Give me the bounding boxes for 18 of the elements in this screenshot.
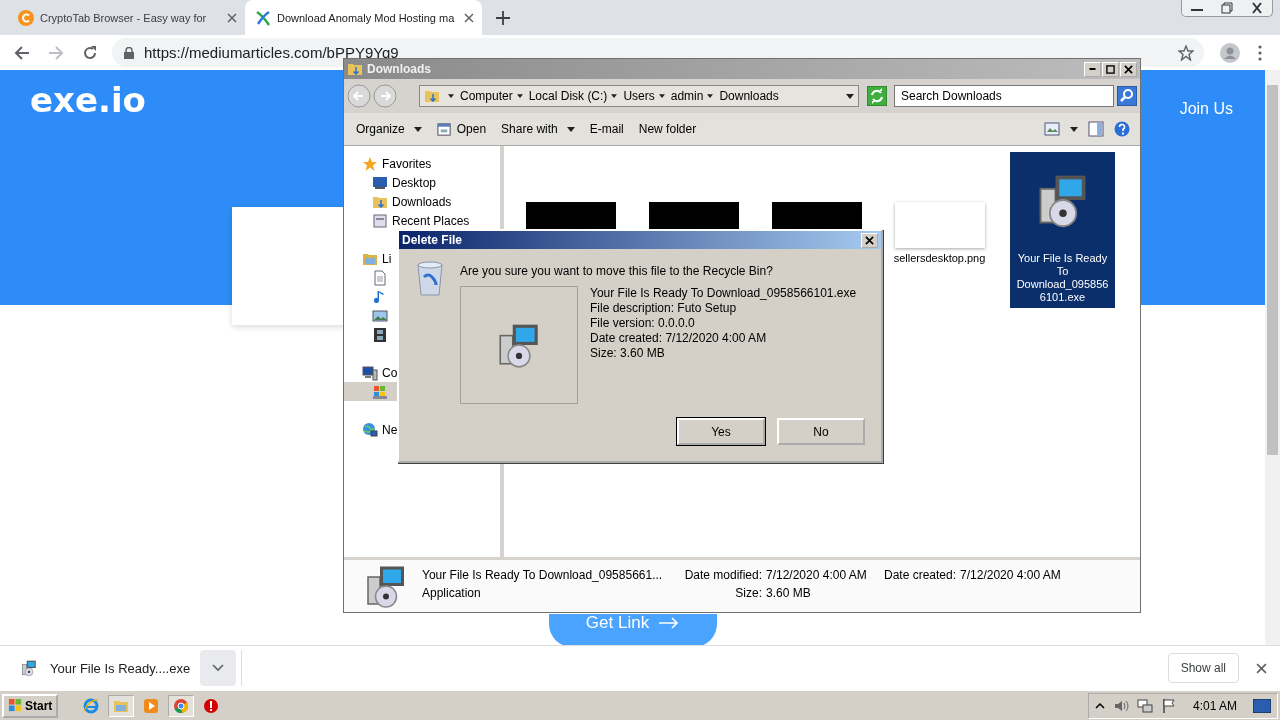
file-info-text: File description: Futo Setup	[590, 301, 738, 316]
file-info-text: Size: 3.60 MB	[590, 346, 666, 361]
file-type: Application	[422, 586, 482, 602]
question-text: Are you sure you want to move this file to the Recycle Bin?	[460, 264, 774, 278]
tab-title: Download Anomaly Mod Hosting ma	[277, 11, 456, 24]
field-label: Date created:	[884, 568, 957, 584]
file-info-text: File version: 0.0.0.0	[590, 316, 696, 331]
url-text: https://mediumarticles.com/bPPY9Yq9	[144, 44, 399, 61]
file-name: Your File Is Ready To Download_09585661...	[422, 568, 664, 584]
field-label: Size:	[734, 586, 762, 602]
tab-title: CryptoTab Browser - Easy way for	[40, 11, 208, 24]
field-value: 7/12/2020 4:00 AM	[766, 568, 867, 584]
field-value: 7/12/2020 4:00 AM	[960, 568, 1061, 584]
file-info-text: Your File Is Ready To Download_0958566101.exe	[590, 286, 857, 301]
field-label: Date modified:	[683, 568, 762, 584]
dialog-title: Delete File	[402, 233, 463, 247]
field-value: 3.60 MB	[766, 586, 811, 602]
file-info-text: Date created: 7/12/2020 4:00 AM	[590, 331, 768, 346]
